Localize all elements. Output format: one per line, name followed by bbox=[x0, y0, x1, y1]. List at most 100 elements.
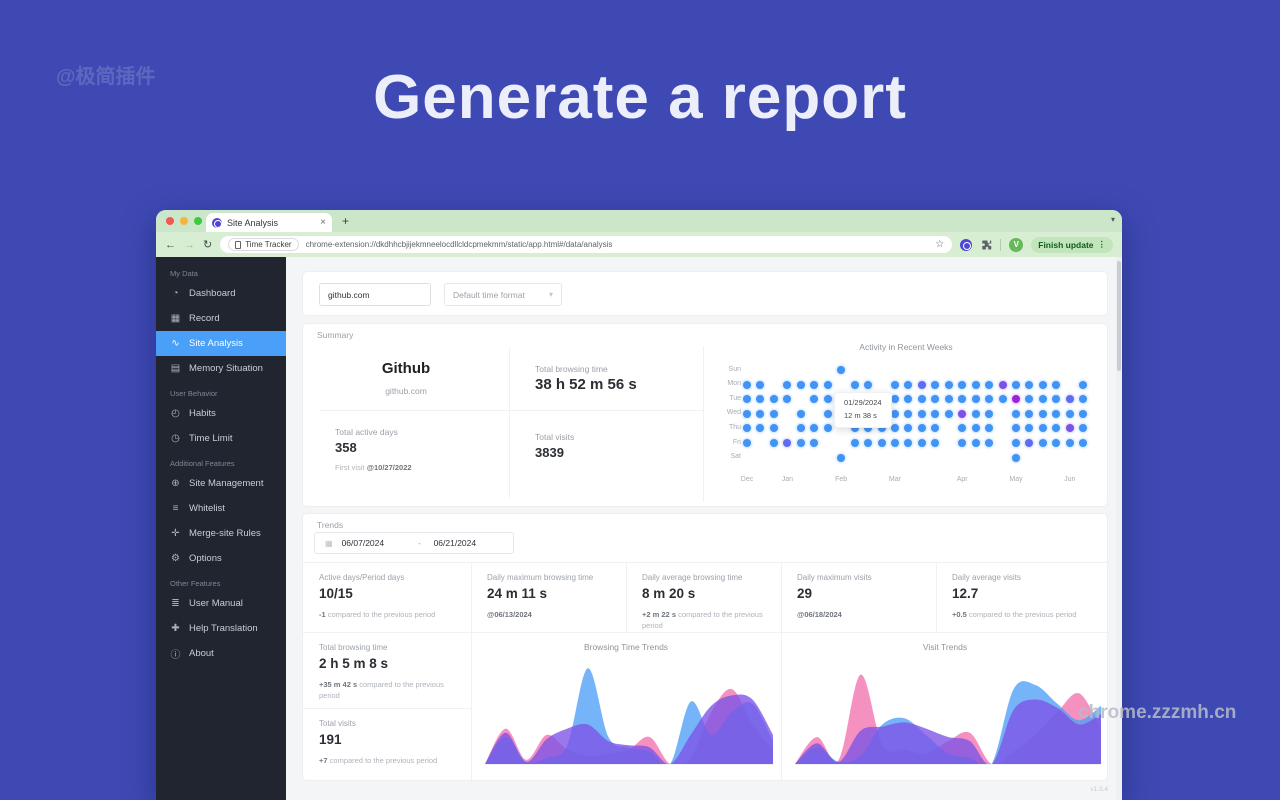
activity-dot[interactable] bbox=[770, 395, 778, 403]
activity-dot[interactable] bbox=[918, 395, 926, 403]
activity-dot[interactable] bbox=[756, 395, 764, 403]
activity-dot[interactable] bbox=[783, 395, 791, 403]
date-to[interactable]: 06/21/2024 bbox=[434, 538, 477, 548]
maximize-window-button[interactable] bbox=[194, 217, 202, 225]
activity-dot[interactable] bbox=[824, 410, 832, 418]
activity-dot[interactable] bbox=[783, 381, 791, 389]
sidebar-item-time-limit[interactable]: ◷Time Limit bbox=[156, 426, 286, 451]
activity-dot[interactable] bbox=[797, 424, 805, 432]
activity-dot[interactable] bbox=[918, 410, 926, 418]
activity-dot[interactable] bbox=[904, 410, 912, 418]
activity-dot[interactable] bbox=[931, 424, 939, 432]
activity-dot[interactable] bbox=[824, 424, 832, 432]
tab-close-icon[interactable]: × bbox=[320, 217, 326, 228]
activity-dot[interactable] bbox=[985, 381, 993, 389]
minimize-window-button[interactable] bbox=[180, 217, 188, 225]
activity-dot[interactable] bbox=[1025, 424, 1033, 432]
activity-dot[interactable] bbox=[1052, 410, 1060, 418]
activity-dot[interactable] bbox=[756, 424, 764, 432]
site-chip[interactable]: Time Tracker bbox=[228, 238, 298, 251]
activity-dot[interactable] bbox=[743, 424, 751, 432]
activity-dot[interactable] bbox=[770, 410, 778, 418]
activity-dot[interactable] bbox=[1039, 395, 1047, 403]
profile-avatar[interactable]: V bbox=[1009, 238, 1023, 252]
activity-dot[interactable] bbox=[985, 439, 993, 447]
kebab-menu-icon[interactable]: ⋮ bbox=[1098, 239, 1107, 250]
activity-dot[interactable] bbox=[972, 395, 980, 403]
activity-dot[interactable] bbox=[931, 381, 939, 389]
activity-dot[interactable] bbox=[972, 410, 980, 418]
activity-dot[interactable] bbox=[797, 439, 805, 447]
activity-dot[interactable] bbox=[958, 410, 966, 418]
new-tab-button[interactable]: + bbox=[342, 214, 349, 228]
activity-dot[interactable] bbox=[824, 381, 832, 389]
sidebar-item-user-manual[interactable]: ≣User Manual bbox=[156, 591, 286, 616]
activity-dot[interactable] bbox=[864, 439, 872, 447]
activity-dot[interactable] bbox=[1039, 424, 1047, 432]
sidebar-item-dashboard[interactable]: ◔Dashboard bbox=[156, 281, 286, 306]
finish-update-button[interactable]: Finish update ⋮ bbox=[1031, 237, 1113, 253]
activity-dot[interactable] bbox=[1066, 395, 1074, 403]
activity-dot[interactable] bbox=[904, 381, 912, 389]
activity-dot[interactable] bbox=[824, 395, 832, 403]
scrollbar-thumb[interactable] bbox=[1117, 261, 1121, 371]
reload-icon[interactable]: ↻ bbox=[203, 238, 212, 251]
activity-dot[interactable] bbox=[891, 395, 899, 403]
activity-dot[interactable] bbox=[1079, 424, 1087, 432]
activity-dot[interactable] bbox=[1066, 424, 1074, 432]
activity-dot[interactable] bbox=[1025, 395, 1033, 403]
date-from[interactable]: 06/07/2024 bbox=[342, 538, 406, 548]
activity-dot[interactable] bbox=[797, 381, 805, 389]
activity-dot[interactable] bbox=[1039, 410, 1047, 418]
activity-dot[interactable] bbox=[958, 439, 966, 447]
sidebar-item-about[interactable]: ⓘAbout bbox=[156, 641, 286, 666]
activity-dot[interactable] bbox=[1012, 424, 1020, 432]
activity-dot[interactable] bbox=[1012, 395, 1020, 403]
activity-dot[interactable] bbox=[985, 424, 993, 432]
activity-dot[interactable] bbox=[1066, 410, 1074, 418]
activity-dot[interactable] bbox=[945, 410, 953, 418]
activity-dot[interactable] bbox=[945, 381, 953, 389]
sidebar-item-record[interactable]: ▦Record bbox=[156, 306, 286, 331]
sidebar-item-memory-situation[interactable]: ▤Memory Situation bbox=[156, 356, 286, 381]
extensions-puzzle-icon[interactable] bbox=[980, 239, 992, 251]
activity-dot[interactable] bbox=[1079, 395, 1087, 403]
activity-dot[interactable] bbox=[1052, 424, 1060, 432]
activity-dot[interactable] bbox=[1025, 410, 1033, 418]
activity-dot[interactable] bbox=[918, 439, 926, 447]
tab-search-chevron-icon[interactable]: ▾ bbox=[1111, 215, 1115, 224]
activity-dot[interactable] bbox=[972, 381, 980, 389]
activity-dot[interactable] bbox=[1052, 439, 1060, 447]
activity-dot[interactable] bbox=[958, 424, 966, 432]
activity-dot[interactable] bbox=[918, 381, 926, 389]
activity-dot[interactable] bbox=[770, 424, 778, 432]
activity-dot[interactable] bbox=[1079, 439, 1087, 447]
activity-dot[interactable] bbox=[958, 395, 966, 403]
activity-dot[interactable] bbox=[999, 395, 1007, 403]
activity-dot[interactable] bbox=[891, 381, 899, 389]
sidebar-item-options[interactable]: ⚙Options bbox=[156, 546, 286, 571]
activity-dot[interactable] bbox=[958, 381, 966, 389]
activity-dot[interactable] bbox=[1052, 381, 1060, 389]
activity-dot[interactable] bbox=[864, 381, 872, 389]
activity-dot[interactable] bbox=[770, 439, 778, 447]
address-bar[interactable]: Time Tracker chrome-extension://dkdhhcbj… bbox=[220, 236, 952, 253]
activity-dot[interactable] bbox=[783, 439, 791, 447]
activity-dot[interactable] bbox=[891, 410, 899, 418]
sidebar-item-habits[interactable]: ◴Habits bbox=[156, 401, 286, 426]
activity-dot[interactable] bbox=[931, 439, 939, 447]
activity-dot[interactable] bbox=[985, 395, 993, 403]
site-input[interactable] bbox=[319, 283, 431, 306]
activity-dot[interactable] bbox=[1012, 410, 1020, 418]
activity-dot[interactable] bbox=[918, 424, 926, 432]
activity-dot[interactable] bbox=[1039, 439, 1047, 447]
sidebar-item-site-analysis[interactable]: ∿Site Analysis bbox=[156, 331, 286, 356]
sidebar-item-whitelist[interactable]: ≡Whitelist bbox=[156, 496, 286, 521]
activity-dot[interactable] bbox=[851, 381, 859, 389]
activity-dot[interactable] bbox=[837, 454, 845, 462]
activity-dot[interactable] bbox=[904, 424, 912, 432]
activity-dot[interactable] bbox=[756, 381, 764, 389]
tab-site-analysis[interactable]: Site Analysis × bbox=[206, 213, 332, 232]
activity-dot[interactable] bbox=[743, 381, 751, 389]
activity-dot[interactable] bbox=[891, 424, 899, 432]
